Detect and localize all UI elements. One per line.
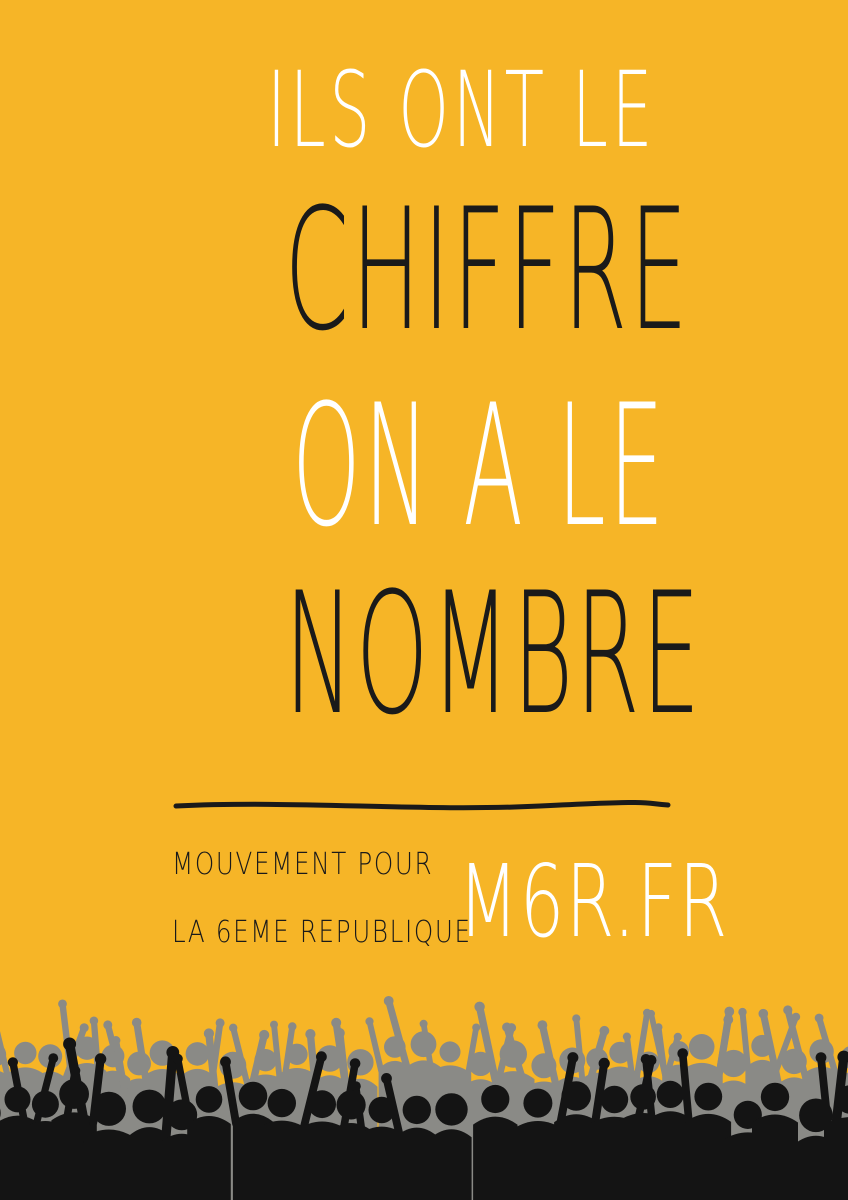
headline-line-1: ILS ONT LE [267, 49, 657, 171]
movement-line-1: MOUVEMENT POUR [172, 847, 434, 882]
headline-line-4: NOMBRE [284, 556, 703, 752]
headline-line-3: ON A LE [292, 368, 668, 564]
poster: ILS ONT LE CHIFFRE ON A LE NOMBRE MOUVEM… [0, 0, 848, 1200]
website-link[interactable]: M6R.FR [458, 852, 727, 952]
headline-line-2: CHIFFRE [284, 172, 691, 368]
movement-line-2: LA 6EME REPUBLIQUE [172, 915, 472, 950]
crowd-front-person [431, 1093, 472, 1200]
